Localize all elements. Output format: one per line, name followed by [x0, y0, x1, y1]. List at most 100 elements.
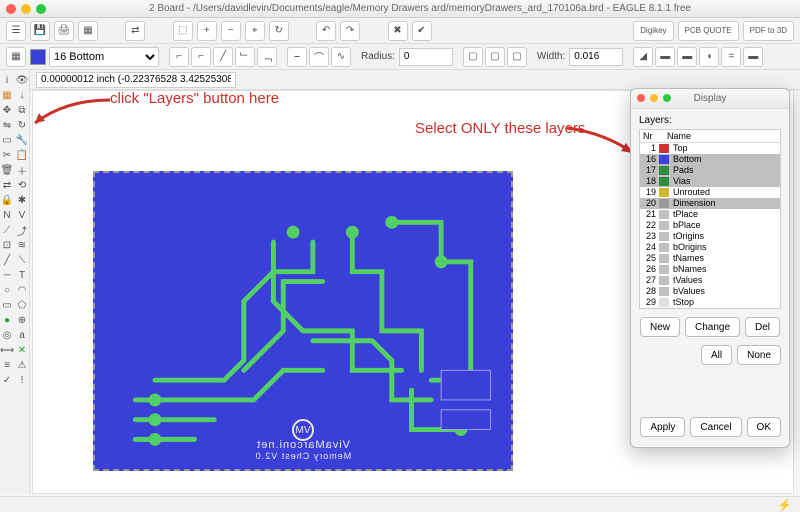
open-button[interactable]: ☰ [6, 21, 26, 41]
coordinate-field[interactable] [36, 72, 236, 88]
layer-row[interactable]: 25tNames [640, 253, 780, 264]
all-button[interactable]: All [701, 345, 732, 365]
move-tool-icon[interactable]: ✥ [1, 104, 14, 117]
change-tool-icon[interactable]: 🔧 [16, 134, 29, 147]
group-tool-icon[interactable]: ▭ [1, 134, 14, 147]
style-arc-button[interactable]: ⌒ [309, 47, 329, 67]
close-icon[interactable] [6, 4, 16, 14]
layer-row[interactable]: 27tValues [640, 275, 780, 286]
layer-row[interactable]: 17Pads [640, 165, 780, 176]
pinswap-tool-icon[interactable]: ⇄ [1, 179, 14, 192]
cut-tool-icon[interactable]: ✂ [1, 149, 14, 162]
info-tool-icon[interactable]: i [1, 74, 14, 87]
zoom-icon[interactable] [36, 4, 46, 14]
layer-selector[interactable]: 16 Bottom [30, 47, 159, 67]
name-tool-icon[interactable]: N [1, 209, 14, 222]
change-button[interactable]: Change [685, 317, 740, 337]
layers-tool-icon[interactable]: ▦ [1, 89, 14, 102]
none-button[interactable]: None [737, 345, 781, 365]
digikey-button[interactable]: Digikey [633, 21, 673, 41]
layer-row[interactable]: 1Top [640, 143, 780, 154]
route-tool-icon[interactable]: ╱ [1, 254, 14, 267]
signal-tool-icon[interactable]: ⊕ [16, 314, 29, 327]
circle-tool-icon[interactable]: ○ [1, 284, 14, 297]
miter-3-button[interactable]: ▢ [507, 47, 527, 67]
value-tool-icon[interactable]: V [16, 209, 29, 222]
switch-button[interactable]: ⇄ [125, 21, 145, 41]
pdf-3d-button[interactable]: PDF to 3D [743, 21, 794, 41]
text-tool-icon[interactable]: T [16, 269, 29, 282]
bend-1-button[interactable]: ⌐ [191, 47, 211, 67]
split-tool-icon[interactable]: ⤴ [16, 224, 29, 237]
eye-tool-icon[interactable]: 👁 [16, 74, 29, 87]
cam-button[interactable]: ▦ [78, 21, 98, 41]
dialog-close-icon[interactable] [637, 94, 645, 102]
layers-listbox[interactable]: Nr Name 1Top16Bottom17Pads18Vias19Unrout… [639, 129, 781, 309]
end-3-button[interactable]: ▬ [677, 47, 697, 67]
via-tool-icon[interactable]: ● [1, 314, 14, 327]
print-button[interactable]: 🖨 [54, 21, 74, 41]
auto-tool-icon[interactable]: ≡ [1, 359, 14, 372]
dialog-minimize-icon[interactable] [650, 94, 658, 102]
meander-tool-icon[interactable]: ≋ [16, 239, 29, 252]
style-straight-button[interactable]: ⎯ [287, 47, 307, 67]
dialog-zoom-icon[interactable] [663, 94, 671, 102]
zoom-in-button[interactable]: + [197, 21, 217, 41]
layer-row[interactable]: 20Dimension [640, 198, 780, 209]
stop-button[interactable]: ✖ [388, 21, 408, 41]
copy-tool-icon[interactable]: ⧉ [16, 104, 29, 117]
wire-tool-icon[interactable]: ─ [1, 269, 14, 282]
end-2-button[interactable]: ▬ [655, 47, 675, 67]
miter-tool-icon[interactable]: ⟋ [1, 224, 14, 237]
paste-tool-icon[interactable]: 📋 [16, 149, 29, 162]
zoom-fit-button[interactable]: ⬚ [173, 21, 193, 41]
go-button[interactable]: ✔ [412, 21, 432, 41]
attribute-tool-icon[interactable]: a [16, 329, 29, 342]
add-tool-icon[interactable]: ＋ [16, 164, 29, 177]
lock-tool-icon[interactable]: 🔒 [1, 194, 14, 207]
bend-3-button[interactable]: ﹂ [235, 47, 255, 67]
style-free-button[interactable]: ∿ [331, 47, 351, 67]
cancel-button[interactable]: Cancel [690, 417, 741, 437]
save-button[interactable]: 💾 [30, 21, 50, 41]
layer-dropdown[interactable]: 16 Bottom [49, 47, 159, 67]
replace-tool-icon[interactable]: ⟲ [16, 179, 29, 192]
ratsnest-tool-icon[interactable]: ✕ [16, 344, 29, 357]
grid-button[interactable]: ▦ [6, 47, 26, 67]
errors-tool-icon[interactable]: ! [16, 374, 29, 387]
layer-row[interactable]: 29tStop [640, 297, 780, 308]
layer-row[interactable]: 28bValues [640, 286, 780, 297]
end-1-button[interactable]: ◢ [633, 47, 653, 67]
undo-button[interactable]: ↶ [316, 21, 336, 41]
polygon-tool-icon[interactable]: ⬠ [16, 299, 29, 312]
new-button[interactable]: New [640, 317, 680, 337]
arc-tool-icon[interactable]: ◠ [16, 284, 29, 297]
layer-row[interactable]: 18Vias [640, 176, 780, 187]
miter-2-button[interactable]: ▢ [485, 47, 505, 67]
layer-row[interactable]: 26bNames [640, 264, 780, 275]
end-5-button[interactable]: = [721, 47, 741, 67]
ripup-tool-icon[interactable]: ⟍ [16, 254, 29, 267]
dimension-tool-icon[interactable]: ⟷ [1, 344, 14, 357]
layer-row[interactable]: 21tPlace [640, 209, 780, 220]
bend-4-button[interactable]: ﹁ [257, 47, 277, 67]
bend-2-button[interactable]: ╱ [213, 47, 233, 67]
radius-input[interactable] [399, 48, 453, 66]
mark-tool-icon[interactable]: ↓ [16, 89, 29, 102]
optimize-tool-icon[interactable]: ⊡ [1, 239, 14, 252]
layer-row[interactable]: 16Bottom [640, 154, 780, 165]
drc-tool-icon[interactable]: ✓ [1, 374, 14, 387]
redo-button[interactable]: ↷ [340, 21, 360, 41]
bend-0-button[interactable]: ⌐ [169, 47, 189, 67]
width-input[interactable] [569, 48, 623, 66]
del-button[interactable]: Del [745, 317, 780, 337]
smash-tool-icon[interactable]: ✱ [16, 194, 29, 207]
delete-tool-icon[interactable]: 🗑 [1, 164, 14, 177]
zoom-out-button[interactable]: − [221, 21, 241, 41]
minimize-icon[interactable] [21, 4, 31, 14]
mirror-tool-icon[interactable]: ⇋ [1, 119, 14, 132]
apply-button[interactable]: Apply [640, 417, 685, 437]
rect-tool-icon[interactable]: ▭ [1, 299, 14, 312]
layer-row[interactable]: 22bPlace [640, 220, 780, 231]
zoom-select-button[interactable]: ⌖ [245, 21, 265, 41]
